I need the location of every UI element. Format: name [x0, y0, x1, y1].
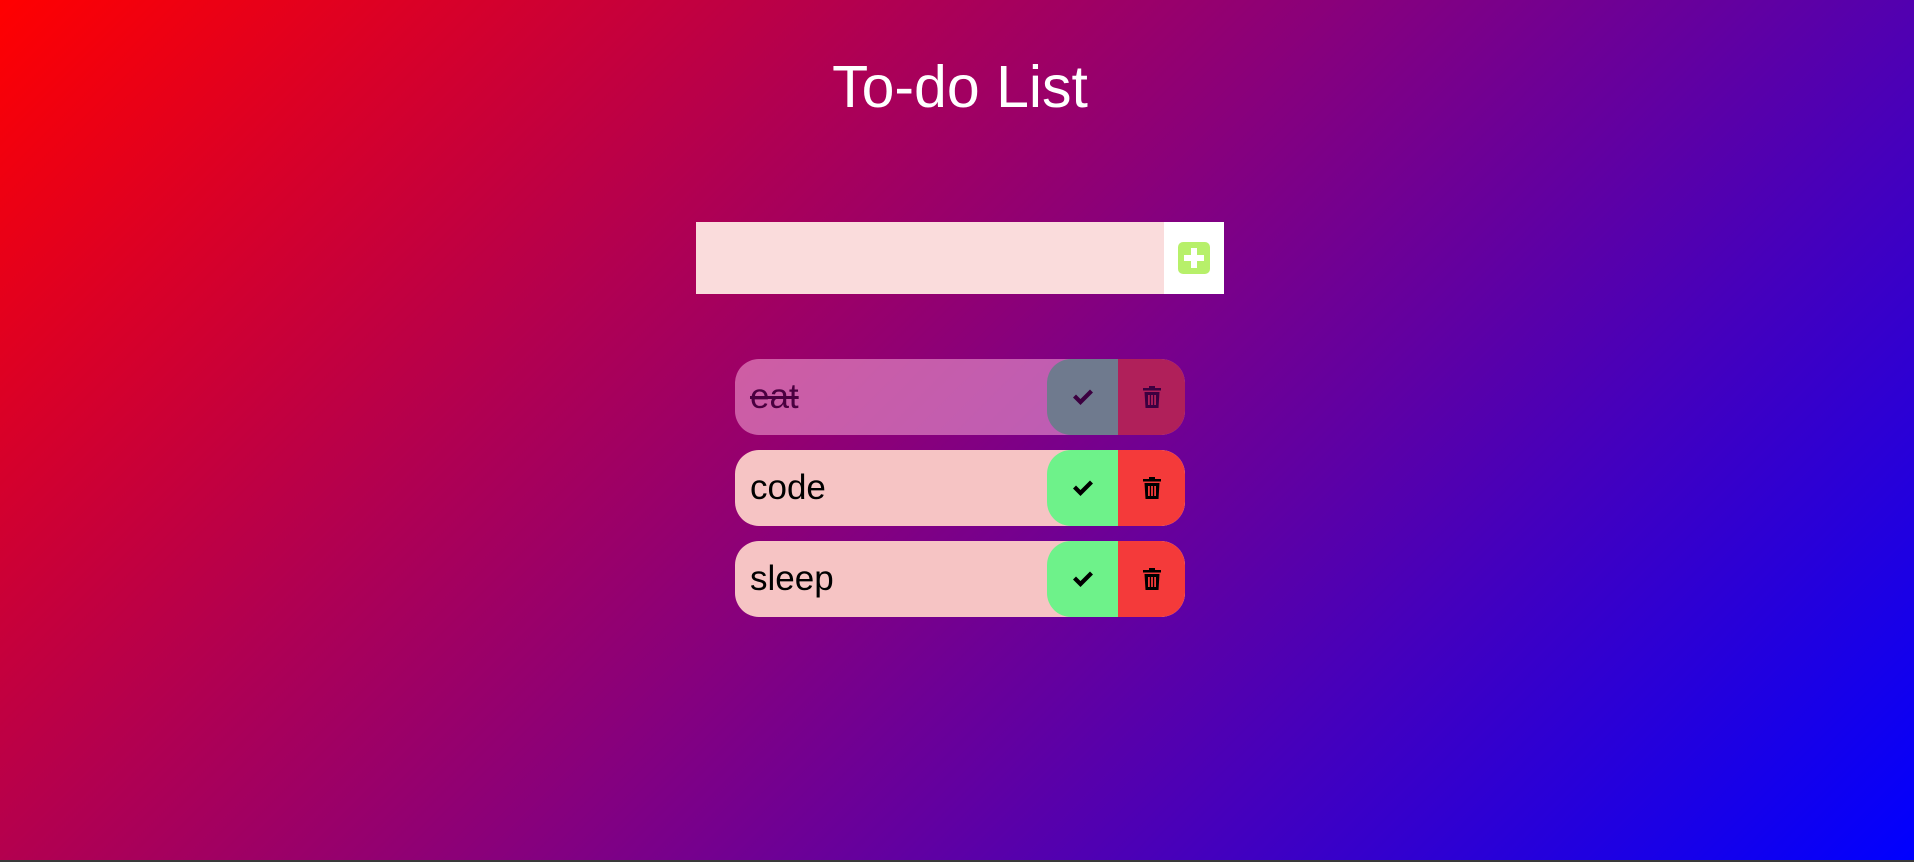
page-title: To-do List [832, 54, 1088, 120]
todo-text: eat [750, 377, 799, 416]
trash-icon [1142, 568, 1161, 590]
todo-list: eat code sleep [735, 359, 1185, 632]
add-todo-button[interactable] [1164, 222, 1224, 294]
todo-input[interactable] [696, 222, 1164, 294]
page-background: To-do List eat code sleep [0, 0, 1914, 860]
todo-text: sleep [750, 559, 834, 598]
todo-item: code [735, 450, 1185, 526]
delete-button[interactable] [1118, 450, 1185, 526]
todo-text: code [750, 468, 826, 507]
todo-item: sleep [735, 541, 1185, 617]
delete-button[interactable] [1118, 359, 1185, 435]
check-icon [1072, 570, 1094, 588]
trash-icon [1142, 477, 1161, 499]
trash-icon [1142, 386, 1161, 408]
add-todo-form [696, 222, 1224, 294]
complete-button[interactable] [1047, 541, 1118, 617]
check-icon [1072, 479, 1094, 497]
complete-button[interactable] [1047, 359, 1118, 435]
plus-square-icon [1178, 242, 1210, 274]
check-icon [1072, 388, 1094, 406]
todo-item: eat [735, 359, 1185, 435]
complete-button[interactable] [1047, 450, 1118, 526]
delete-button[interactable] [1118, 541, 1185, 617]
